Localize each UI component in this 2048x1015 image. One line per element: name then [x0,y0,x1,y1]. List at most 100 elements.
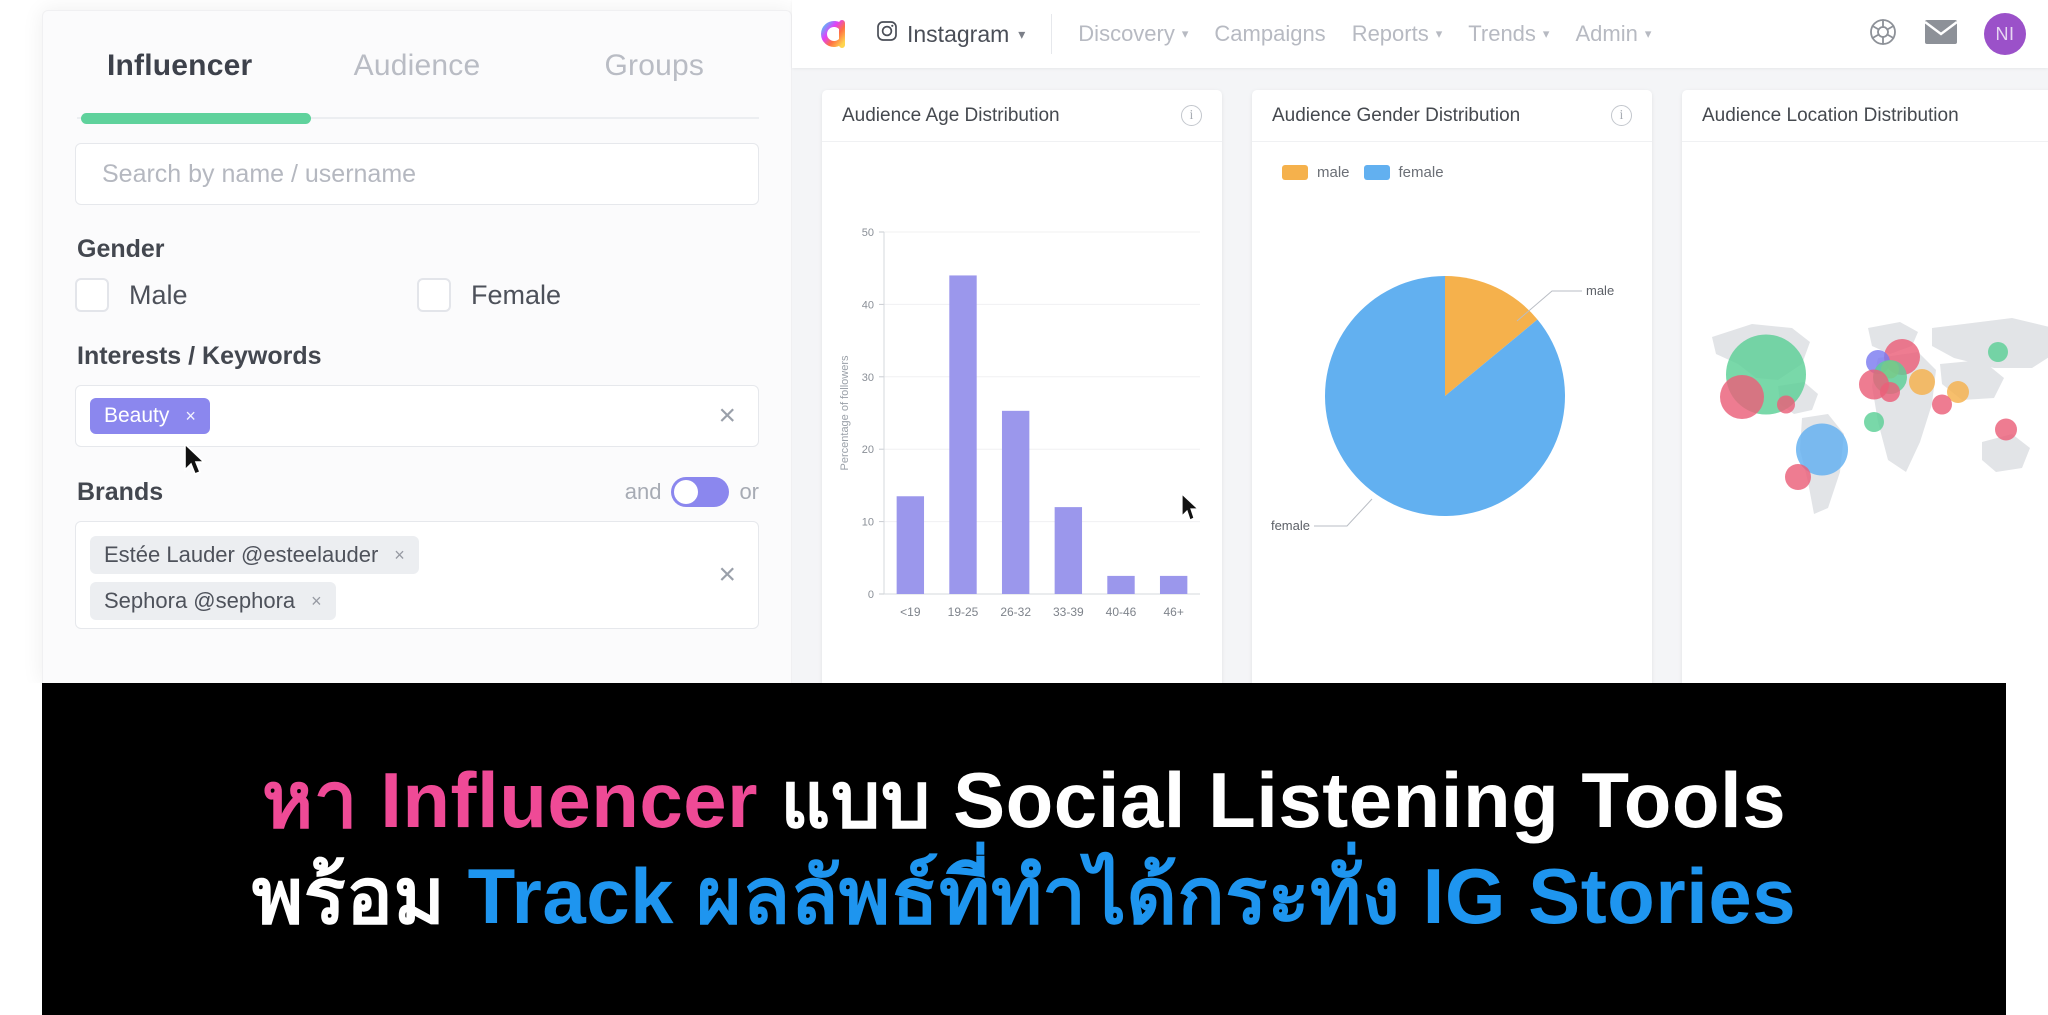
svg-text:40-46: 40-46 [1106,605,1137,619]
gender-option-male[interactable]: Male [75,278,417,312]
svg-text:<19: <19 [900,605,921,619]
card-body [1682,142,2048,683]
svg-text:50: 50 [862,227,874,239]
topbar-actions: NI [1868,13,2026,55]
card-body: 0 10 20 30 40 50 <19 19-25 26-32 33-39 40-46 46+ Per… [822,142,1222,683]
nav-label: Admin [1575,21,1638,46]
brands-input[interactable]: Estée Lauder @esteelauder × Sephora @sep… [75,521,759,629]
filter-panel-body: Search by name / username Gender Male Fe… [43,99,791,629]
checkbox-female[interactable] [417,278,451,312]
gender-female-label: Female [471,279,562,310]
checkbox-male[interactable] [75,278,109,312]
or-label: or [739,479,759,504]
card-header: Audience Gender Distribution i [1252,90,1652,142]
brand-chip-label: Sephora @sephora [104,588,296,613]
card-title: Audience Age Distribution [842,104,1060,126]
svg-text:20: 20 [862,444,874,456]
svg-text:19-25: 19-25 [948,605,979,619]
nav-item-reports[interactable]: Reports ▾ [1352,21,1443,47]
chevron-down-icon: ▾ [1018,25,1026,42]
close-icon[interactable]: × [185,406,196,427]
card-body: male female male female [1252,142,1652,683]
legend-swatch-male [1282,165,1308,180]
caption-banner: หา Influencer แบบ Social Listening Tools… [42,683,2006,1015]
svg-text:female: female [1271,518,1310,533]
legend-item-male: male [1282,164,1350,181]
mail-icon[interactable] [1924,19,1958,50]
card-audience-age-distribution: Audience Age Distribution i 0 10 20 30 40 50 <… [822,90,1222,683]
chart-cards: Audience Age Distribution i 0 10 20 30 40 50 <… [792,68,2048,683]
close-icon[interactable]: × [394,545,405,566]
nav-item-discovery[interactable]: Discovery ▾ [1078,21,1188,47]
card-audience-location-distribution: Audience Location Distribution [1682,90,2048,683]
app-logo-icon[interactable] [814,14,854,54]
search-placeholder: Search by name / username [102,159,417,188]
caption-segment-blue: Track ผลลัพธ์ที่ทำได้กระทั่ง IG Stories [467,852,1797,940]
platform-label: Instagram [907,20,1010,47]
nav-divider [1051,14,1053,54]
close-icon[interactable]: × [311,591,322,612]
platform-selector[interactable]: Instagram ▾ [876,20,1025,48]
caption-segment-white: แบบ Social Listening Tools [780,756,1787,845]
legend-item-female: female [1363,164,1444,181]
and-or-toggle-group[interactable]: and or [625,477,759,507]
caption-line-1: หา Influencer แบบ Social Listening Tools [262,756,1786,846]
card-title: Audience Gender Distribution [1272,104,1521,126]
svg-text:10: 10 [862,517,874,529]
search-input[interactable]: Search by name / username [75,143,759,205]
card-header: Audience Age Distribution i [822,90,1222,142]
gender-label: Gender [77,235,165,263]
interests-label: Interests / Keywords [77,342,322,370]
svg-text:0: 0 [868,589,874,601]
nav-label: Campaigns [1214,21,1326,46]
legend-label-male: male [1317,164,1350,181]
card-header: Audience Location Distribution [1682,90,2048,142]
info-icon[interactable]: i [1181,105,1202,126]
tab-influencer[interactable]: Influencer [61,49,298,99]
interest-chip-beauty[interactable]: Beauty × [90,398,210,434]
svg-text:Percentage of followers: Percentage of followers [839,355,851,470]
nav-label: Reports [1351,21,1429,46]
main-nav: Discovery ▾ Campaigns Reports ▾ Trends ▾ [1078,21,1651,47]
tab-groups[interactable]: Groups [536,49,773,99]
gender-male-label: Male [129,279,188,310]
card-title: Audience Location Distribution [1702,104,1959,126]
gender-distribution-pie-chart: male female [1271,276,1614,533]
application-window: Influencer Audience Groups Search by nam… [0,0,2048,683]
tab-active-indicator [81,113,311,124]
svg-text:male: male [1586,283,1614,298]
interests-input[interactable]: Beauty × × [75,385,759,447]
influencer-filter-panel: Influencer Audience Groups Search by nam… [42,10,792,683]
tab-audience[interactable]: Audience [298,49,535,99]
dashboard-area: Instagram ▾ Discovery ▾ Campaigns Report… [792,0,2048,683]
info-icon[interactable]: i [1611,105,1632,126]
brand-chip-label: Estée Lauder @esteelauder [104,542,379,567]
avatar[interactable]: NI [1984,13,2026,55]
nav-item-campaigns[interactable]: Campaigns [1214,21,1325,47]
legend-label-female: female [1398,164,1444,181]
brand-chip-sephora[interactable]: Sephora @sephora × [90,582,336,620]
svg-text:40: 40 [862,299,874,311]
location-distribution-bubble-map [1712,318,2048,514]
caption-segment-pink: หา Influencer [261,756,758,845]
chevron-down-icon: ▾ [1542,26,1550,41]
clear-brands-icon[interactable]: × [718,560,736,590]
svg-text:30: 30 [862,372,874,384]
svg-text:26-32: 26-32 [1000,605,1031,619]
brands-label: Brands [77,477,164,506]
top-navigation-bar: Instagram ▾ Discovery ▾ Campaigns Report… [792,0,2048,68]
and-or-toggle[interactable] [671,477,730,507]
chevron-down-icon: ▾ [1435,26,1443,41]
gender-options: Male Female [75,278,759,312]
brands-header: Brands and or [77,477,759,507]
nav-label: Discovery [1078,21,1175,46]
aperture-icon[interactable] [1868,17,1898,52]
chevron-down-icon: ▾ [1644,26,1652,41]
nav-item-trends[interactable]: Trends ▾ [1468,21,1549,47]
card-audience-gender-distribution: Audience Gender Distribution i male fema… [1252,90,1652,683]
nav-label: Trends [1468,21,1536,46]
clear-interests-icon[interactable]: × [718,401,736,431]
brand-chip-estee-lauder[interactable]: Estée Lauder @esteelauder × [90,536,419,574]
gender-option-female[interactable]: Female [417,278,759,312]
nav-item-admin[interactable]: Admin ▾ [1575,21,1651,47]
